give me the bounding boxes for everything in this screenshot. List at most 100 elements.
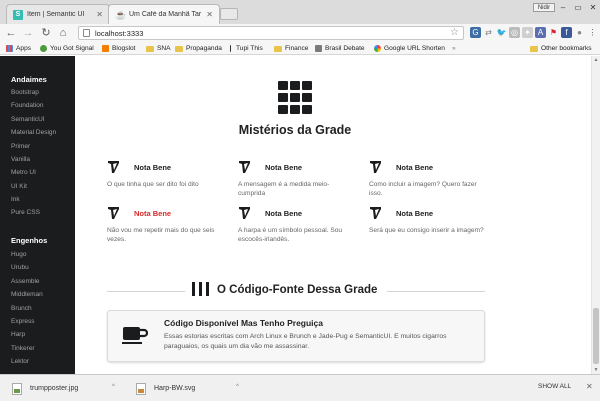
divider-line-left	[107, 291, 185, 292]
scroll-down-icon[interactable]: ▼	[592, 366, 600, 374]
sidebar-item-semanticui[interactable]: SemanticUI	[11, 116, 45, 123]
scroll-thumb[interactable]	[593, 308, 599, 364]
svg-file-icon	[136, 382, 146, 395]
card-title: Nota Bene	[134, 209, 172, 218]
tupi-icon	[230, 45, 233, 52]
chevron-up-icon[interactable]: ^	[112, 384, 115, 390]
sidebar-item-express[interactable]: Express	[11, 318, 34, 325]
sidebar-header-andaimes: Andaimes	[11, 75, 47, 84]
folder-icon	[274, 45, 282, 52]
bookmark-finance[interactable]: Finance	[274, 42, 308, 55]
download-item[interactable]: Harp-BW.svg	[136, 381, 195, 396]
bookmark-propaganda[interactable]: Propaganda	[175, 42, 222, 55]
facebook-icon[interactable]: f	[561, 27, 572, 38]
sidebar-item-harp[interactable]: Harp	[11, 331, 25, 338]
sidebar-item-ui-kit[interactable]: UI Kit	[11, 183, 27, 190]
card-title: Nota Bene	[134, 163, 172, 172]
card-title: Nota Bene	[265, 163, 303, 172]
bookmark-sna[interactable]: SNA	[146, 42, 171, 55]
forward-arrow-icon[interactable]: →	[21, 26, 35, 40]
extension-flag-icon[interactable]: ⚑	[548, 27, 559, 38]
segment-text: Essas estorias escritas com Arch Linux e…	[164, 333, 447, 350]
page-icon	[83, 29, 90, 37]
sidebar-item-primer[interactable]: Primer	[11, 143, 30, 150]
sidebar-item-assemble[interactable]: Assemble	[11, 278, 40, 285]
address-bar[interactable]: localhost:3333 ☆	[78, 26, 464, 40]
tab-cafe[interactable]: ☕ Um Café da Manhã Tar ✕	[108, 4, 220, 24]
profile-button[interactable]: Nidir	[533, 3, 555, 12]
extension-circle-icon[interactable]: ◎	[509, 27, 520, 38]
sidebar-item-middleman[interactable]: Middleman	[11, 291, 43, 298]
home-icon[interactable]: ⌂	[56, 26, 70, 40]
scrollbar[interactable]: ▲ ▼	[591, 56, 600, 374]
bookmarks-overflow-icon[interactable]: »	[452, 42, 456, 55]
main-content: Mistérios da Grade Nota Bene O que tinha…	[75, 56, 600, 374]
card-title: Nota Bene	[265, 209, 303, 218]
maximize-icon[interactable]: ▭	[571, 2, 585, 13]
tab-label: Item | Semantic UI	[27, 11, 85, 18]
tab-label: Um Café da Manhã Tar	[129, 11, 202, 18]
bookmark-label: Brasil Debate	[325, 45, 365, 52]
minimize-icon[interactable]: –	[556, 2, 570, 13]
sidebar-item-ink[interactable]: Ink	[11, 196, 20, 203]
folder-icon	[146, 45, 154, 52]
bookmark-label: Blogslot	[112, 45, 136, 52]
card-description: Não vou me repetir mais do que seis veze…	[107, 227, 215, 243]
extension-a-icon[interactable]: A	[535, 27, 546, 38]
close-icon[interactable]: ✕	[206, 10, 213, 19]
divider-line-right	[387, 291, 485, 292]
card-description: Será que eu consigo inserir a imagem?	[369, 227, 484, 234]
code-source-heading: O Código-Fonte Dessa Grade	[217, 284, 378, 296]
sidebar-item-metro-ui[interactable]: Metro UI	[11, 169, 36, 176]
sidebar-item-lektor[interactable]: Lektor	[11, 358, 29, 365]
bookmark-star-icon[interactable]: ☆	[450, 27, 459, 38]
window-close-icon[interactable]: ✕	[586, 2, 600, 13]
bookmark-label: SNA	[157, 45, 171, 52]
bookmark-blogslot[interactable]: Blogslot	[102, 42, 135, 55]
scroll-up-icon[interactable]: ▲	[592, 56, 600, 64]
bookmark-apps[interactable]: Apps	[6, 42, 31, 55]
sidebar-item-urubu[interactable]: Urubu	[11, 264, 29, 271]
bookmark-you-got-signal[interactable]: You Got Signal	[40, 42, 94, 55]
bookmark-brasil-debate[interactable]: Brasil Debate	[315, 42, 365, 55]
download-filename: trumpposter.jpg	[30, 385, 79, 392]
sidebar-item-tinkerer[interactable]: Tinkerer	[11, 345, 35, 352]
menu-icon[interactable]: ⋮	[587, 27, 598, 38]
sidebar-item-bootstrap[interactable]: Bootstrap	[11, 89, 39, 96]
tab-semantic-ui[interactable]: S Item | Semantic UI ✕	[6, 4, 110, 24]
close-icon[interactable]: ✕	[96, 10, 103, 19]
new-tab-button[interactable]	[220, 8, 238, 20]
sidebar-item-hugo[interactable]: Hugo	[11, 251, 27, 258]
bookmarks-bar: Apps You Got Signal Blogslot SNA Propaga…	[0, 42, 600, 55]
blogger-icon	[102, 45, 109, 52]
bookmark-other[interactable]: Other bookmarks	[530, 42, 592, 55]
harp-icon	[239, 161, 250, 173]
sidebar-item-pure-css[interactable]: Pure CSS	[11, 209, 40, 216]
close-icon[interactable]: ✕	[586, 382, 593, 391]
source-code-segment: Código Disponível Mas Tenho Preguiça Ess…	[107, 310, 485, 362]
bookmark-tupi-this[interactable]: Tupi This	[230, 42, 263, 55]
download-item[interactable]: trumpposter.jpg	[12, 381, 78, 396]
extension-puzzle-icon[interactable]: ✦	[522, 27, 533, 38]
sidebar-item-brunch[interactable]: Brunch	[11, 305, 32, 312]
sidebar-item-foundation[interactable]: Foundation	[11, 102, 44, 109]
reload-icon[interactable]: ↻	[39, 26, 53, 40]
extension-g-icon[interactable]: G	[470, 27, 481, 38]
card-description: A mensagem é a medida meio-cumprida	[238, 181, 330, 197]
back-arrow-icon[interactable]: ←	[4, 26, 18, 40]
card-description: O que tinha que ser dito foi dito	[107, 181, 199, 188]
twitter-icon[interactable]: 🐦	[496, 27, 507, 38]
bookmark-label: Tupi This	[236, 45, 263, 52]
harp-icon	[239, 207, 250, 219]
chevron-up-icon[interactable]: ^	[236, 384, 239, 390]
image-file-icon	[12, 382, 22, 395]
sidebar-item-vanilla[interactable]: Vanilla	[11, 156, 30, 163]
title-bar: S Item | Semantic UI ✕ ☕ Um Café da Manh…	[0, 0, 600, 24]
extension-arrows-icon[interactable]: ⇄	[483, 27, 494, 38]
sidebar-item-material-design[interactable]: Material Design	[11, 129, 56, 136]
code-icon	[192, 282, 209, 296]
show-all-link[interactable]: SHOW ALL	[538, 383, 571, 390]
cup-favicon-icon: ☕	[115, 9, 127, 20]
bookmark-google-url-shortener[interactable]: Google URL Shorten	[374, 42, 445, 55]
extension-gray-icon[interactable]: ●	[574, 27, 585, 38]
